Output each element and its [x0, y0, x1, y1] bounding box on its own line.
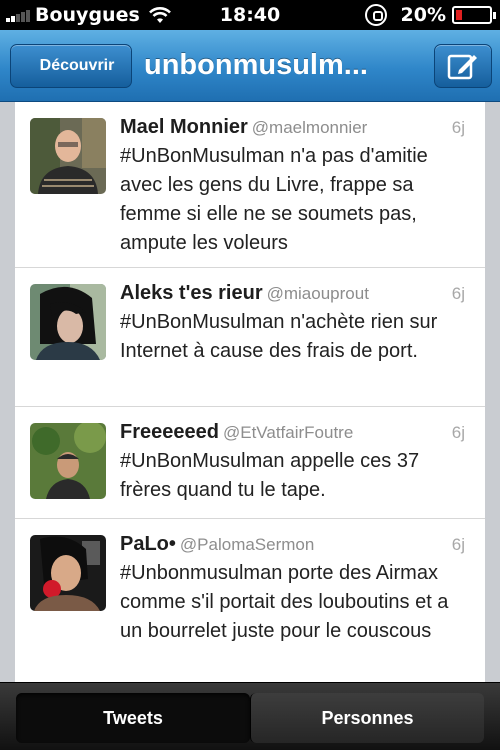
- avatar[interactable]: [30, 535, 106, 611]
- tweet-author-handle: @maelmonnier: [251, 118, 368, 137]
- tweet-time: 6j: [451, 118, 465, 137]
- tweet-author-handle: @PalomaSermon: [179, 535, 315, 554]
- battery-percent: 20%: [400, 4, 446, 26]
- compose-icon: [447, 54, 477, 80]
- status-bar: Bouygues 18:40 20%: [0, 0, 500, 30]
- tweet-author-name[interactable]: Mael Monnier: [120, 116, 248, 138]
- tweet-author-handle: @EtVatfairFoutre: [222, 423, 354, 442]
- tab-tweets[interactable]: Tweets: [16, 693, 250, 743]
- tweet-item[interactable]: Freeeeeed @EtVatfairFoutre 6j #UnBonMusul…: [15, 407, 485, 519]
- tweet-author-name[interactable]: PaLo•: [120, 533, 176, 555]
- tweet-time: 6j: [451, 423, 465, 442]
- tweet-item[interactable]: Aleks t'es rieur @miaouprout 6j #UnBonMus…: [15, 268, 485, 407]
- compose-button[interactable]: [434, 44, 492, 88]
- tab-personnes[interactable]: Personnes: [250, 693, 484, 743]
- tweet-item[interactable]: PaLo• @PalomaSermon 6j #Unbonmusulman por…: [15, 519, 485, 682]
- tweet-text: #UnBonMusulman n'achète rien sur Interne…: [120, 311, 438, 362]
- avatar[interactable]: [30, 284, 106, 360]
- rotation-lock-icon: [364, 4, 387, 26]
- segmented-tab-bar: Tweets Personnes: [0, 682, 500, 750]
- battery-icon: [452, 6, 496, 24]
- avatar[interactable]: [30, 118, 106, 194]
- tweet-list[interactable]: Mael Monnier @maelmonnier 6j #UnBonMusulm…: [15, 102, 485, 682]
- navigation-bar: Découvrir unbonmusulm...: [0, 30, 500, 102]
- tweet-text: #UnBonMusulman n'a pas d'amitie avec les…: [120, 145, 428, 254]
- page-title: unbonmusulm...: [144, 49, 368, 81]
- avatar[interactable]: [30, 423, 106, 499]
- tweet-author-name[interactable]: Aleks t'es rieur: [120, 282, 263, 304]
- tweet-text: #UnBonMusulman appelle ces 37 frères qua…: [120, 450, 420, 501]
- tweet-time: 6j: [451, 535, 465, 554]
- tweet-text: #Unbonmusulman porte des Airmax comme s'…: [120, 562, 449, 642]
- tweet-item[interactable]: Mael Monnier @maelmonnier 6j #UnBonMusulm…: [15, 102, 485, 268]
- back-button-label[interactable]: Découvrir: [10, 44, 132, 88]
- back-button[interactable]: Découvrir: [0, 42, 132, 88]
- tweet-time: 6j: [451, 284, 465, 303]
- tweet-author-name[interactable]: Freeeeeed: [120, 421, 219, 443]
- tweet-author-handle: @miaouprout: [266, 284, 369, 303]
